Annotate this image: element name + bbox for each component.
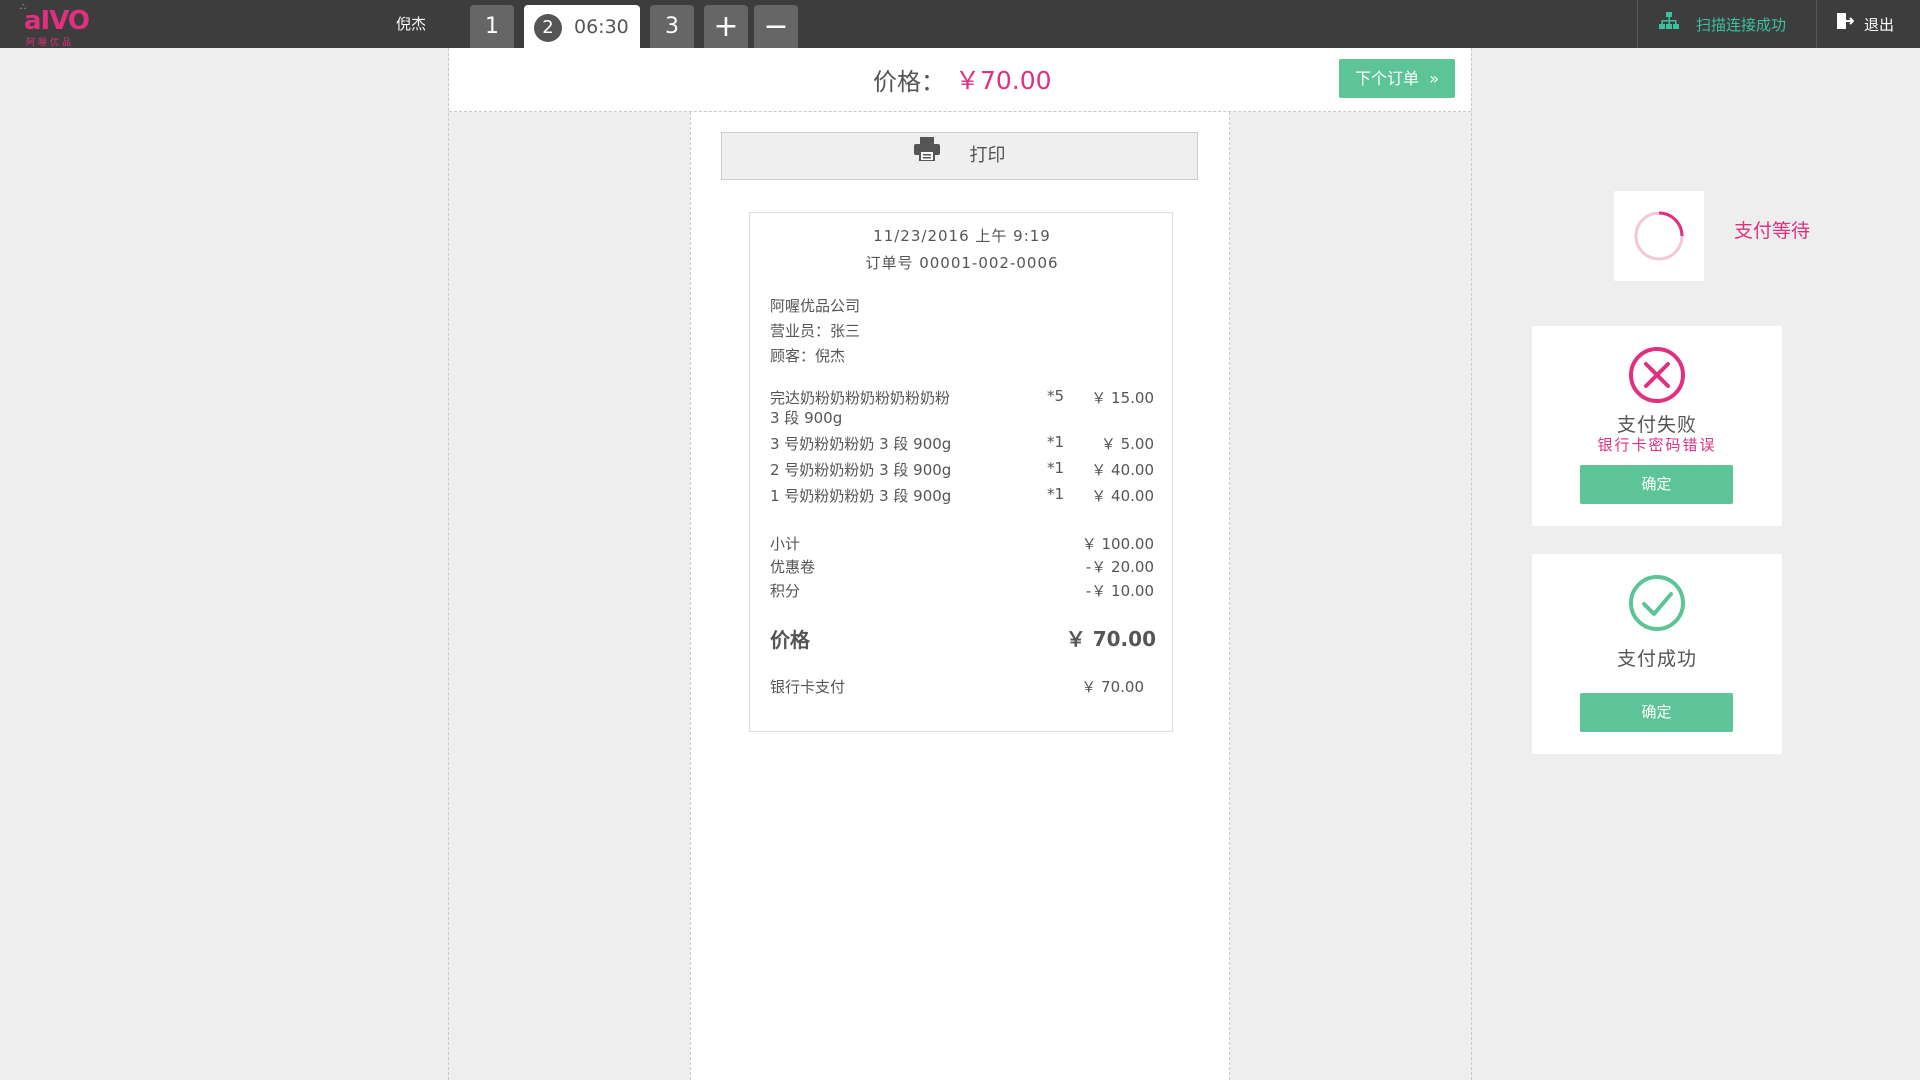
order-tab-2-active[interactable]: 2 06:30: [524, 5, 640, 48]
receipt-item-name: 3 号奶粉奶粉奶 3 段 900g: [770, 435, 952, 453]
receipt-item-name-cont: 3 段 900g: [770, 409, 843, 427]
payment-success-title: 支付成功: [1616, 648, 1697, 670]
remove-tab-button[interactable]: −: [754, 5, 798, 48]
success-confirm-button[interactable]: 确定: [1580, 693, 1733, 732]
receipt-subtotal-label: 小计: [770, 535, 801, 553]
order-tab-2-number: 2: [534, 14, 562, 42]
order-tab-3[interactable]: 3: [650, 5, 694, 48]
payment-failed-reason: 银行卡密码错误: [1597, 436, 1717, 454]
add-tab-button[interactable]: +: [704, 5, 748, 48]
receipt-item-qty: *5: [1047, 387, 1065, 405]
receipt-item-price: ￥ 15.00: [1091, 389, 1154, 407]
receipt-pay-amount: ￥ 70.00: [1081, 678, 1144, 696]
receipt-item-name: 完达奶粉奶粉奶粉奶粉奶粉: [770, 389, 951, 407]
receipt-coupon-label: 优惠卷: [770, 558, 816, 576]
payment-failed-card: 支付失败 银行卡密码错误 确定: [1532, 326, 1782, 526]
user-name: 倪杰: [396, 15, 427, 33]
receipt-points-label: 积分: [770, 582, 801, 600]
price-value: ￥70.00: [955, 66, 1052, 95]
receipt-subtotal: ￥ 100.00: [1081, 535, 1154, 553]
payment-failed-title: 支付失败: [1616, 414, 1697, 436]
print-label: 打印: [969, 145, 1006, 166]
receipt-total: ￥ 70.00: [1065, 627, 1156, 651]
receipt-item-qty: *1: [1047, 485, 1065, 503]
price-bar: 价格： ￥70.00 下个订单 »: [449, 48, 1471, 112]
scan-status[interactable]: 扫描连接成功: [1658, 12, 1786, 35]
receipt: 11/23/2016 上午 9:19 订单号 00001-002-0006 阿喔…: [749, 212, 1173, 732]
receipt-item-qty: *1: [1047, 459, 1065, 477]
fail-circle-x-icon: [1629, 347, 1685, 403]
receipt-datetime: 11/23/2016 上午 9:19: [873, 227, 1051, 245]
logo-subtext: 阿喔优品: [26, 38, 75, 48]
payment-waiting-label: 支付等待: [1734, 220, 1811, 242]
next-order-label: 下个订单: [1355, 69, 1420, 88]
receipt-item-price: ￥ 40.00: [1091, 461, 1154, 479]
logo-text: aIVO: [24, 6, 90, 36]
logout-button[interactable]: 退出: [1836, 12, 1894, 35]
logout-icon: [1836, 12, 1855, 34]
receipt-coupon: -￥ 20.00: [1085, 558, 1154, 576]
payment-waiting-card: [1614, 191, 1704, 281]
payment-success-card: 支付成功 确定: [1532, 554, 1782, 754]
receipt-item-name: 2 号奶粉奶粉奶 3 段 900g: [770, 461, 952, 479]
receipt-item-qty: *1: [1047, 433, 1065, 451]
header-divider: [1816, 0, 1817, 48]
receipt-customer: 顾客：倪杰: [770, 347, 846, 365]
receipt-area: 打印 11/23/2016 上午 9:19 订单号 00001-002-0006…: [690, 112, 1230, 1080]
loading-spinner-icon: [1634, 211, 1684, 261]
header-divider: [1637, 0, 1638, 48]
printer-icon: [913, 133, 940, 179]
order-tab-2-timer: 06:30: [574, 16, 629, 38]
fail-confirm-button[interactable]: 确定: [1580, 465, 1733, 504]
receipt-points: -￥ 10.00: [1085, 582, 1154, 600]
receipt-pay-method: 银行卡支付: [770, 678, 846, 696]
logout-label: 退出: [1864, 16, 1895, 34]
receipt-company: 阿喔优品公司: [770, 297, 861, 315]
network-icon: [1658, 12, 1680, 34]
scan-status-label: 扫描连接成功: [1696, 16, 1787, 34]
print-button[interactable]: 打印: [721, 132, 1198, 180]
success-check-icon: [1629, 575, 1685, 631]
logo: ∴ aIVO 阿喔优品: [20, 2, 96, 48]
double-chevron-right-icon: »: [1424, 69, 1439, 88]
receipt-order-number: 订单号 00001-002-0006: [865, 254, 1059, 272]
receipt-item-price: ￥ 5.00: [1100, 435, 1154, 453]
next-order-button[interactable]: 下个订单 »: [1339, 59, 1455, 98]
receipt-salesperson: 营业员：张三: [770, 322, 861, 340]
receipt-total-label: 价格: [770, 628, 810, 652]
price-label: 价格：: [873, 68, 945, 96]
top-bar: ∴ aIVO 阿喔优品 倪杰 1 2 06:30 3 + − 扫描连接成功 退出: [0, 0, 1920, 48]
order-tab-1[interactable]: 1: [470, 5, 514, 48]
receipt-item-name: 1 号奶粉奶粉奶 3 段 900g: [770, 487, 952, 505]
receipt-item-price: ￥ 40.00: [1091, 487, 1154, 505]
